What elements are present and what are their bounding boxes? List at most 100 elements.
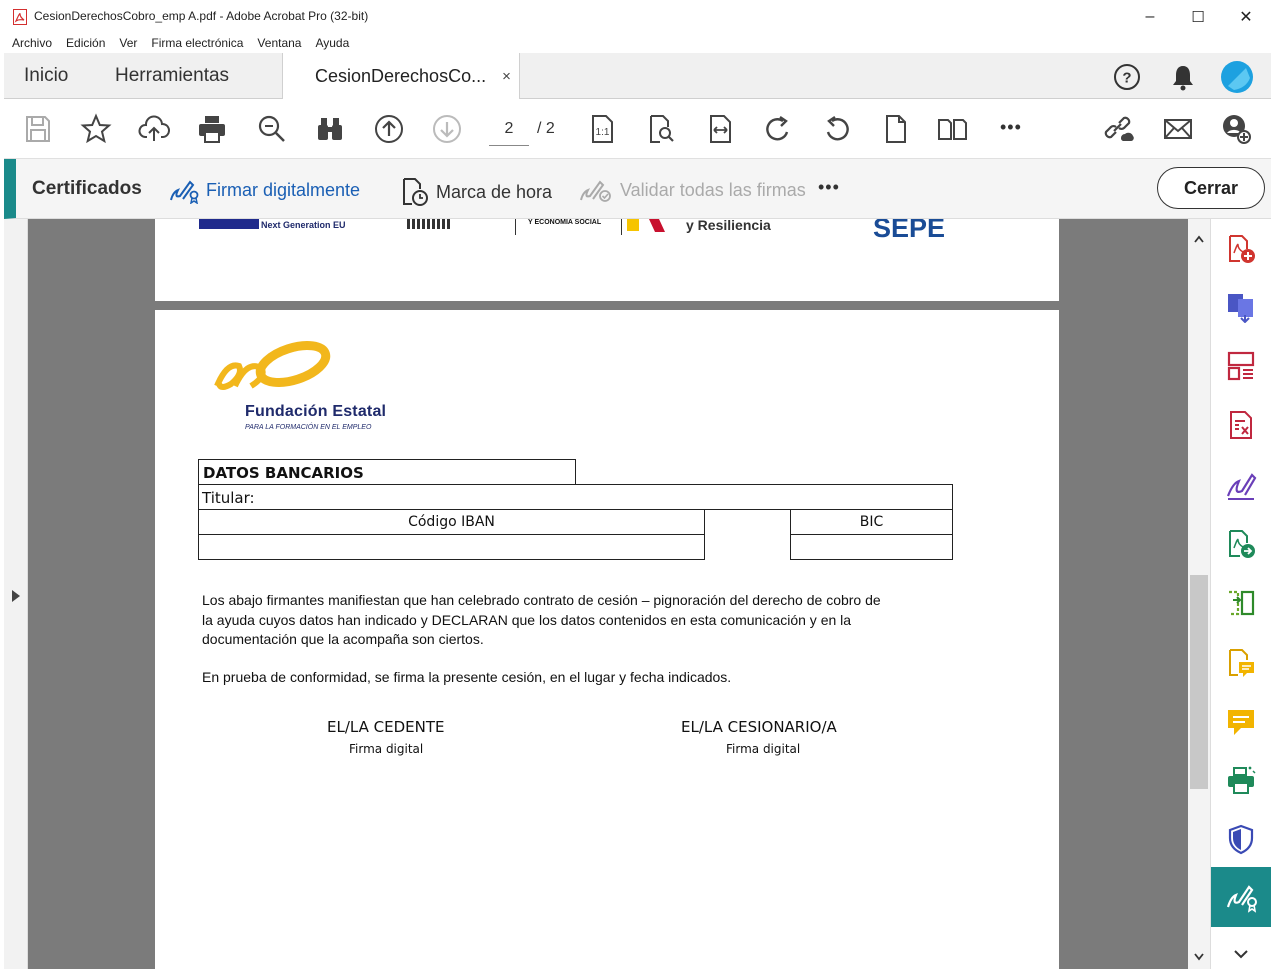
actual-size-icon[interactable]: 1:1 (586, 113, 618, 145)
fit-width-icon[interactable] (704, 113, 736, 145)
eu-flag-logo (199, 219, 259, 229)
fill-sign-icon[interactable] (1225, 469, 1257, 501)
close-certificates-button[interactable]: Cerrar (1157, 167, 1265, 209)
certificates-tool-active[interactable] (1211, 867, 1271, 927)
scroll-up-icon[interactable] (1193, 235, 1205, 243)
menu-ver[interactable]: Ver (119, 36, 137, 50)
avatar[interactable] (1220, 60, 1254, 94)
save-icon[interactable] (22, 113, 54, 145)
document-canvas[interactable]: Next Generation EU Y ECONOMÍA SOCIAL y R… (28, 219, 1188, 969)
rotate-clockwise-icon[interactable] (762, 113, 794, 145)
page-total: / 2 (537, 120, 555, 137)
bell-icon[interactable] (1169, 63, 1197, 91)
validate-all-signatures-button[interactable]: Validar todas las firmas (578, 176, 806, 204)
toolbar-more-icon[interactable]: ••• (1000, 117, 1022, 138)
fit-page-search-icon[interactable] (645, 113, 677, 145)
create-pdf-icon[interactable] (1225, 233, 1257, 265)
tab-document-label: CesionDerechosCo... (315, 66, 487, 86)
send-for-review-icon[interactable] (1225, 528, 1257, 560)
previous-page-icon[interactable] (373, 113, 405, 145)
divider (515, 219, 516, 235)
sign-digitally-label: Firmar digitalmente (206, 179, 361, 200)
tab-herramientas[interactable]: Herramientas (115, 53, 229, 99)
timestamp-clock-icon (403, 178, 428, 206)
svg-text:1:1: 1:1 (596, 127, 610, 138)
cesionario-signature-field[interactable]: Firma digital (726, 742, 800, 756)
protect-shield-icon[interactable] (1225, 823, 1257, 855)
government-crest-logo (407, 219, 451, 229)
certificate-sign-icon (1226, 885, 1257, 913)
ministry-text: Y ECONOMÍA SOCIAL (528, 219, 602, 226)
edit-pdf-icon[interactable] (1225, 409, 1257, 441)
page-2: Fundación Estatal PARA LA FORMACIÓN EN E… (155, 310, 1059, 969)
rotate-counterclockwise-icon[interactable] (821, 113, 853, 145)
bic-header-cell: BIC (790, 509, 953, 535)
left-panel-collapsed (4, 219, 28, 969)
iban-value-cell (198, 534, 705, 560)
divider (621, 219, 622, 235)
declaration-line: documentación que la acompaña son cierto… (202, 631, 484, 647)
recovery-plan-logo (627, 219, 665, 232)
print-icon[interactable] (196, 113, 228, 145)
page-number-input[interactable]: 2 (489, 114, 529, 146)
minimize-button[interactable]: – (1130, 4, 1170, 30)
two-page-icon[interactable] (937, 113, 969, 145)
iban-label: Código IBAN (408, 514, 495, 530)
scroll-down-icon[interactable] (1193, 953, 1205, 961)
bookmark-star-icon[interactable] (80, 113, 112, 145)
maximize-button[interactable]: ☐ (1178, 4, 1218, 30)
sign-digitally-button[interactable]: Firmar digitalmente (168, 176, 360, 204)
add-user-icon[interactable] (1220, 113, 1252, 145)
fundae-logo-subtitle: PARA LA FORMACIÓN EN EL EMPLEO (245, 424, 372, 431)
certificates-label: Certificados (32, 178, 142, 199)
zoom-search-icon[interactable] (256, 113, 288, 145)
validate-signature-icon (580, 180, 611, 202)
expand-panel-arrow-icon[interactable] (10, 589, 22, 603)
timestamp-label: Marca de hora (436, 181, 553, 202)
tab-document[interactable]: CesionDerechosCo... × (282, 53, 520, 100)
bank-heading-cell: DATOS BANCARIOS (198, 459, 576, 485)
comment-document-icon[interactable] (1225, 647, 1257, 679)
help-icon[interactable]: ? (1113, 63, 1141, 91)
next-page-icon[interactable] (431, 113, 463, 145)
organize-pages-icon[interactable] (1225, 350, 1257, 382)
menu-firma-electronica[interactable]: Firma electrónica (151, 36, 243, 50)
vertical-scrollbar[interactable] (1188, 219, 1210, 969)
tab-bar: Inicio Herramientas CesionDerechosCo... … (4, 53, 1271, 100)
certificates-more-icon[interactable]: ••• (818, 177, 840, 198)
menu-edicion[interactable]: Edición (66, 36, 105, 50)
window-title: CesionDerechosCobro_emp A.pdf - Adobe Ac… (34, 9, 369, 23)
menu-archivo[interactable]: Archivo (12, 36, 52, 50)
tab-close-icon[interactable]: × (502, 68, 511, 85)
eu-next-generation-text: Next Generation EU (261, 220, 346, 230)
cedente-signature-field[interactable]: Firma digital (349, 742, 423, 756)
svg-text:?: ? (1122, 70, 1131, 87)
compare-files-icon[interactable] (1225, 587, 1257, 619)
sign-pen-icon (170, 180, 199, 204)
close-window-button[interactable]: ✕ (1226, 4, 1266, 30)
cloud-upload-icon[interactable] (138, 113, 170, 145)
bank-heading: DATOS BANCARIOS (203, 464, 364, 482)
single-page-icon[interactable] (880, 113, 912, 145)
print-production-icon[interactable] (1225, 764, 1257, 796)
tab-inicio[interactable]: Inicio (24, 53, 68, 99)
declaration-paragraph: Los abajo firmantes manifiestan que han … (202, 591, 881, 650)
timestamp-button[interactable]: Marca de hora (400, 176, 552, 208)
find-binoculars-icon[interactable] (314, 113, 346, 145)
sepe-logo-text: SEPE (873, 219, 946, 243)
page-1: Next Generation EU Y ECONOMÍA SOCIAL y R… (155, 219, 1059, 301)
email-icon[interactable] (1162, 113, 1194, 145)
title-bar: CesionDerechosCobro_emp A.pdf - Adobe Ac… (0, 0, 1271, 34)
chevron-down-icon[interactable] (1233, 949, 1249, 959)
validate-all-label: Validar todas las firmas (620, 179, 806, 200)
resilience-text: y Resiliencia (686, 219, 771, 233)
export-pdf-icon[interactable] (1225, 291, 1257, 323)
comment-icon[interactable] (1225, 706, 1257, 738)
share-link-icon[interactable] (1103, 113, 1135, 145)
menu-ayuda[interactable]: Ayuda (315, 36, 349, 50)
certificates-toolbar: Certificados Firmar digitalmente Marca d… (4, 159, 1271, 219)
fundae-logo-icon (214, 341, 331, 390)
bic-label: BIC (859, 514, 884, 530)
scrollbar-thumb[interactable] (1190, 575, 1208, 789)
menu-ventana[interactable]: Ventana (257, 36, 301, 50)
